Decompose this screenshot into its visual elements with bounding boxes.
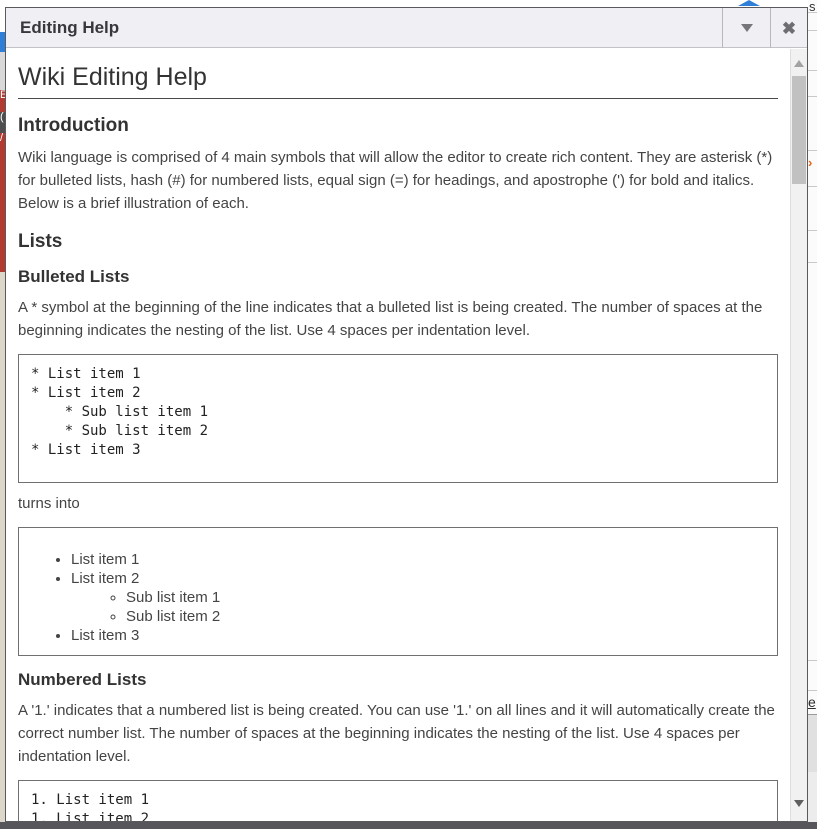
background-row-divider xyxy=(808,70,817,71)
help-document: Wiki Editing Help Introduction Wiki lang… xyxy=(6,49,790,821)
list-item: List item 1 xyxy=(71,550,765,569)
background-row-divider xyxy=(808,690,817,691)
background-glyph: e xyxy=(808,694,816,710)
scroll-down-icon xyxy=(794,800,804,807)
background-row-divider xyxy=(808,186,817,187)
dialog-body: Wiki Editing Help Introduction Wiki lang… xyxy=(6,49,807,821)
section-heading-lists: Lists xyxy=(18,231,778,253)
background-bottom-strip xyxy=(0,822,817,829)
background-row-divider xyxy=(808,660,817,661)
list-item: List item 2 Sub list item 1 Sub list ite… xyxy=(71,569,765,626)
background-row-divider xyxy=(808,230,817,231)
background-row-divider xyxy=(808,150,817,151)
turns-into-text: turns into xyxy=(18,492,778,515)
background-glyph: › xyxy=(808,155,812,170)
dialog-title: Editing Help xyxy=(20,8,119,48)
scroll-up-button[interactable] xyxy=(791,55,807,71)
background-row-divider xyxy=(808,30,817,31)
rendered-sub-list: Sub list item 1 Sub list item 2 xyxy=(71,588,765,626)
close-button[interactable]: ✖ xyxy=(770,8,807,48)
page-title: Wiki Editing Help xyxy=(18,63,778,92)
bulleted-list-rendered-example: List item 1 List item 2 Sub list item 1 … xyxy=(18,527,778,656)
scroll-up-icon xyxy=(794,60,804,67)
chevron-down-icon xyxy=(741,24,753,32)
editing-help-dialog: Editing Help ✖ Wiki Editing Help Introdu… xyxy=(5,7,808,822)
scrollbar[interactable] xyxy=(790,49,807,821)
scrollbar-thumb[interactable] xyxy=(792,76,806,184)
bulleted-lists-text: A * symbol at the beginning of the line … xyxy=(18,296,778,342)
background-blue-triangle xyxy=(738,0,760,6)
dialog-titlebar[interactable]: Editing Help ✖ xyxy=(6,8,807,48)
numbered-lists-text: A '1.' indicates that a numbered list is… xyxy=(18,699,778,768)
numbered-list-markup-example: 1. List item 1 1. List item 2 xyxy=(18,780,778,821)
scroll-down-button[interactable] xyxy=(791,795,807,811)
background-page-fragment xyxy=(808,714,817,772)
section-heading-numbered-lists: Numbered Lists xyxy=(18,670,778,690)
introduction-text: Wiki language is comprised of 4 main sym… xyxy=(18,146,778,215)
close-icon: ✖ xyxy=(782,20,796,37)
list-item: List item 3 xyxy=(71,626,765,645)
collapse-button[interactable] xyxy=(722,8,770,48)
background-page-right-sliver: s › e xyxy=(808,0,817,829)
rendered-bulleted-list: List item 1 List item 2 Sub list item 1 … xyxy=(31,550,765,645)
bulleted-list-markup-example: * List item 1 * List item 2 * Sub list i… xyxy=(18,354,778,483)
background-row-divider xyxy=(808,96,817,97)
section-heading-introduction: Introduction xyxy=(18,115,778,137)
background-page-fragment xyxy=(808,772,817,829)
list-item: Sub list item 2 xyxy=(126,607,765,626)
list-item-label: List item 2 xyxy=(71,570,139,587)
section-heading-bulleted-lists: Bulleted Lists xyxy=(18,267,778,287)
list-item: Sub list item 1 xyxy=(126,588,765,607)
background-row-divider xyxy=(808,262,817,263)
background-row-divider xyxy=(808,12,817,13)
title-divider xyxy=(18,98,778,99)
